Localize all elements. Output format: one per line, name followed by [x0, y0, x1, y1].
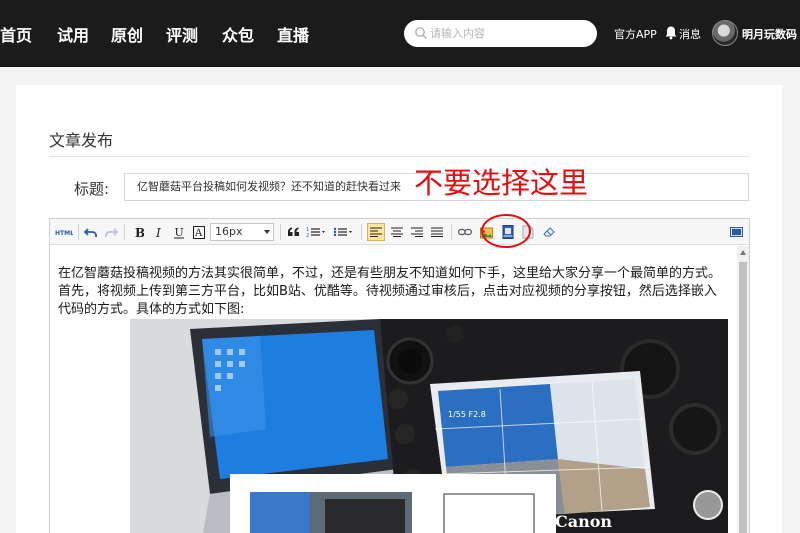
unordered-list-button[interactable] [332, 223, 356, 241]
svg-text:B: B [135, 226, 144, 238]
svg-text:U: U [175, 226, 184, 239]
chevron-down-icon [264, 230, 270, 234]
link-button[interactable] [456, 223, 474, 241]
nav-review[interactable]: 评测 [166, 22, 198, 46]
username-link[interactable]: 明月玩数码 [742, 26, 797, 42]
underline-icon: U [174, 226, 184, 239]
toolbar-separator [451, 224, 452, 240]
ordered-list-icon: 12 [306, 227, 325, 238]
fullscreen-icon [729, 226, 743, 237]
font-color-icon: A [193, 225, 205, 239]
scroll-up-icon[interactable] [740, 250, 746, 255]
quote-icon [287, 227, 299, 236]
nav-original[interactable]: 原创 [111, 22, 143, 46]
divider [49, 156, 749, 157]
top-navbar: 首页 试用 原创 评测 众包 直播 官方APP 消息 明月玩数码 [0, 0, 800, 67]
font-size-value: 16px [215, 225, 243, 238]
toolbar-separator [124, 224, 125, 240]
site-logo [693, 490, 723, 520]
italic-icon: I [155, 226, 161, 238]
camera-photo: 1/55 F2.8 Canon [130, 319, 728, 533]
nav-crowdsource[interactable]: 众包 [222, 22, 254, 46]
align-center-button[interactable] [388, 223, 406, 241]
html-icon: HTML [55, 230, 73, 237]
italic-button[interactable]: I [150, 223, 168, 241]
bold-icon: B [135, 226, 144, 238]
blockquote-button[interactable] [284, 223, 302, 241]
eraser-button[interactable] [540, 223, 558, 241]
toolbar-separator [280, 224, 281, 240]
fullscreen-button[interactable] [728, 223, 744, 241]
messages-link[interactable]: 消息 [679, 26, 701, 42]
align-right-icon [411, 227, 423, 237]
html-source-button[interactable]: HTML [54, 223, 74, 241]
undo-icon [84, 228, 97, 238]
bold-button[interactable]: B [130, 223, 148, 241]
svg-text:I: I [155, 226, 161, 238]
search-input[interactable] [430, 23, 590, 44]
nav-live[interactable]: 直播 [277, 22, 309, 46]
title-label: 标题: [74, 180, 110, 198]
search-box[interactable] [404, 20, 597, 47]
ordered-list-button[interactable]: 12 [305, 223, 329, 241]
align-left-button[interactable] [367, 223, 385, 241]
search-icon [415, 27, 427, 39]
font-color-button[interactable]: A [190, 223, 208, 241]
avatar[interactable] [712, 20, 738, 46]
underline-button[interactable]: U [170, 223, 188, 241]
annotation-text: 不要选择这里 [414, 166, 589, 200]
toolbar-separator [78, 224, 79, 240]
justify-button[interactable] [428, 223, 446, 241]
unordered-list-icon [333, 227, 352, 237]
section-title: 文章发布 [49, 131, 114, 150]
svg-text:2: 2 [306, 233, 309, 238]
nav-trial[interactable]: 试用 [57, 22, 89, 46]
camera-screen-text: 1/55 F2.8 [448, 410, 486, 419]
align-left-icon [370, 227, 382, 237]
official-app-link[interactable]: 官方APP [614, 26, 657, 42]
nav-home[interactable]: 首页 [0, 22, 32, 46]
redo-icon [105, 228, 118, 238]
camera-brand-text: Canon [555, 512, 612, 531]
undo-button[interactable] [83, 223, 99, 241]
redo-button[interactable] [103, 223, 119, 241]
red-circle-mark [481, 214, 531, 248]
editor-scrollbar[interactable] [737, 246, 749, 533]
editor-content[interactable]: 在亿智蘑菇投稿视频的方法其实很简单，不过，还是有些朋友不知道如何下手，这里给大家… [58, 265, 722, 319]
eraser-icon [543, 227, 555, 237]
align-center-icon [391, 227, 403, 237]
camera-photo-image: 1/55 F2.8 Canon [130, 319, 728, 533]
scroll-thumb[interactable] [739, 262, 747, 533]
justify-icon [431, 227, 443, 237]
toolbar-separator [361, 224, 362, 240]
rich-text-editor: HTML B I U A 16px 12 在亿智蘑菇投稿视频的方法其实很简单，不… [49, 218, 750, 533]
align-right-button[interactable] [408, 223, 426, 241]
font-size-select[interactable]: 16px [210, 223, 274, 241]
bell-icon[interactable] [664, 25, 678, 40]
svg-text:A: A [194, 228, 203, 239]
svg-text:HTML: HTML [55, 230, 73, 237]
link-icon [458, 228, 472, 236]
editor-toolbar: HTML B I U A 16px 12 [50, 219, 749, 245]
